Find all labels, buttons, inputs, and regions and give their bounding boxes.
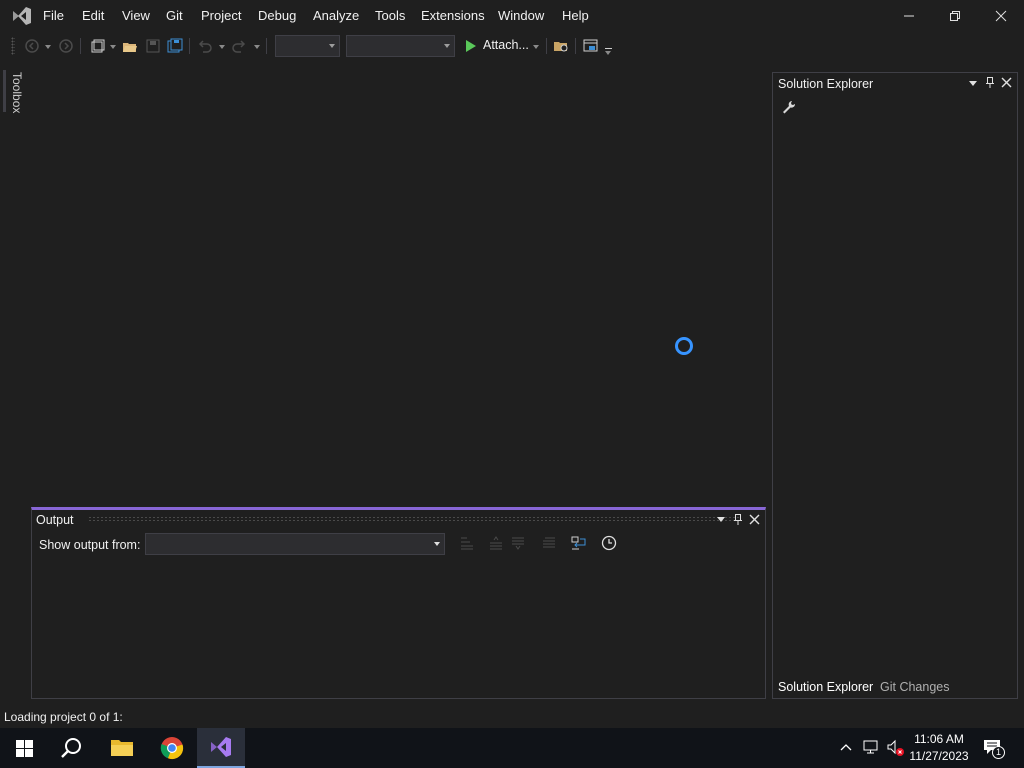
chrome-icon: [160, 737, 184, 760]
undo-dropdown-arrow-icon[interactable]: [219, 45, 225, 49]
editor-area: [30, 66, 766, 506]
toolbar-overflow-line: [605, 48, 612, 49]
solution-configuration-dropdown[interactable]: [275, 35, 340, 57]
attach-dropdown-arrow-icon[interactable]: [533, 45, 539, 49]
go-to-next-message-icon[interactable]: [510, 535, 526, 551]
toolbar-overflow-icon[interactable]: [605, 51, 611, 55]
toolbar-grip[interactable]: [11, 37, 15, 55]
output-pane: Output Show output from:: [31, 507, 766, 699]
output-drag-grip[interactable]: [88, 516, 740, 522]
pin-icon[interactable]: [732, 513, 744, 526]
navigate-back-icon[interactable]: [24, 38, 40, 54]
attach-button[interactable]: Attach...: [483, 38, 529, 52]
toolbar-separator: [266, 38, 267, 54]
minimize-icon: [904, 15, 914, 17]
window-layout-icon[interactable]: [583, 38, 599, 54]
speaker-muted-icon[interactable]: [886, 739, 906, 757]
new-project-icon[interactable]: [89, 38, 105, 54]
menu-window[interactable]: Window: [498, 8, 544, 23]
menu-analyze[interactable]: Analyze: [313, 8, 359, 23]
visual-studio-logo-icon[interactable]: [11, 6, 33, 26]
output-header[interactable]: Output: [32, 510, 765, 530]
output-window-options-icon[interactable]: [717, 517, 725, 522]
new-project-dropdown-arrow-icon[interactable]: [110, 45, 116, 49]
menu-debug[interactable]: Debug: [258, 8, 296, 23]
folder-icon: [111, 740, 133, 756]
chrome-button[interactable]: [148, 728, 196, 768]
go-to-previous-message-icon[interactable]: [488, 535, 504, 551]
network-icon[interactable]: [862, 739, 880, 755]
close-icon[interactable]: [749, 514, 760, 525]
visual-studio-icon: [211, 737, 231, 757]
solution-explorer-title[interactable]: Solution Explorer: [778, 77, 873, 91]
chevron-down-icon: [329, 44, 335, 48]
menu-extensions[interactable]: Extensions: [421, 8, 485, 23]
menu-help[interactable]: Help: [562, 8, 589, 23]
clear-all-icon[interactable]: [541, 535, 557, 551]
play-icon[interactable]: [463, 38, 479, 54]
start-button[interactable]: [0, 728, 48, 768]
windows-taskbar: 11:06 AM 11/27/2023 1: [0, 728, 1024, 768]
menu-git[interactable]: Git: [166, 8, 183, 23]
close-icon: [995, 10, 1007, 22]
open-file-icon[interactable]: [122, 38, 138, 54]
taskbar-clock[interactable]: 11:06 AM 11/27/2023: [906, 731, 972, 765]
standard-toolbar: Attach...: [0, 32, 1024, 60]
redo-icon[interactable]: [231, 38, 247, 54]
notification-count-badge: 1: [992, 746, 1005, 759]
chevron-down-icon: [444, 44, 450, 48]
status-text: Loading project 0 of 1:: [4, 710, 123, 724]
search-icon: [61, 738, 81, 758]
close-icon[interactable]: [1001, 77, 1012, 88]
clock-icon[interactable]: [601, 535, 617, 551]
solution-platform-dropdown[interactable]: [346, 35, 455, 57]
file-explorer-button[interactable]: [98, 728, 146, 768]
toolbar-separator: [546, 38, 547, 54]
menu-tools[interactable]: Tools: [375, 8, 405, 23]
toggle-word-wrap-icon[interactable]: [571, 535, 587, 551]
status-bar: Loading project 0 of 1:: [0, 706, 1024, 728]
navigate-forward-icon[interactable]: [58, 38, 74, 54]
show-output-from-label: Show output from:: [39, 538, 141, 552]
close-window-button[interactable]: [978, 0, 1024, 32]
pin-icon[interactable]: [984, 76, 996, 89]
menu-view[interactable]: View: [122, 8, 150, 23]
tab-solution-explorer[interactable]: Solution Explorer: [778, 680, 873, 694]
toolbar-separator: [80, 38, 81, 54]
loading-spinner-icon: [675, 337, 693, 355]
save-icon[interactable]: [145, 38, 161, 54]
menu-project[interactable]: Project: [201, 8, 241, 23]
redo-dropdown-arrow-icon[interactable]: [254, 45, 260, 49]
wrench-icon[interactable]: [781, 99, 797, 115]
restore-button[interactable]: [932, 0, 978, 32]
find-message-in-code-icon[interactable]: [459, 535, 475, 551]
output-title: Output: [36, 513, 74, 527]
chevron-down-icon: [434, 542, 440, 546]
title-bar: File Edit View Git Project Debug Analyze…: [0, 0, 1024, 32]
restore-icon: [950, 11, 960, 21]
back-dropdown-arrow-icon[interactable]: [45, 45, 51, 49]
toolbox-tab-indicator: [3, 70, 6, 112]
toolbar-separator: [575, 38, 576, 54]
tab-git-changes[interactable]: Git Changes: [880, 680, 949, 694]
windows-logo-icon: [15, 739, 33, 757]
minimize-button[interactable]: [886, 0, 932, 32]
solution-explorer-options-icon[interactable]: [969, 81, 977, 86]
menu-edit[interactable]: Edit: [82, 8, 104, 23]
menu-file[interactable]: File: [43, 8, 64, 23]
undo-icon[interactable]: [197, 38, 213, 54]
notifications-button[interactable]: 1: [983, 738, 1005, 759]
output-source-dropdown[interactable]: [145, 533, 445, 555]
search-button[interactable]: [48, 728, 96, 768]
solution-explorer-tab-strip: Solution Explorer Git Changes: [773, 677, 1017, 699]
clock-time: 11:06 AM: [914, 732, 964, 746]
chevron-up-icon[interactable]: [840, 742, 852, 752]
clock-date: 11/27/2023: [909, 749, 969, 763]
browse-folder-icon[interactable]: [553, 38, 569, 54]
solution-explorer-pane: Solution Explorer Solution Explorer Git …: [772, 72, 1018, 699]
visual-studio-taskbar-button[interactable]: [197, 728, 245, 768]
toolbox-label[interactable]: Toolbox: [10, 72, 24, 113]
save-all-icon[interactable]: [167, 38, 183, 54]
toolbar-separator: [189, 38, 190, 54]
